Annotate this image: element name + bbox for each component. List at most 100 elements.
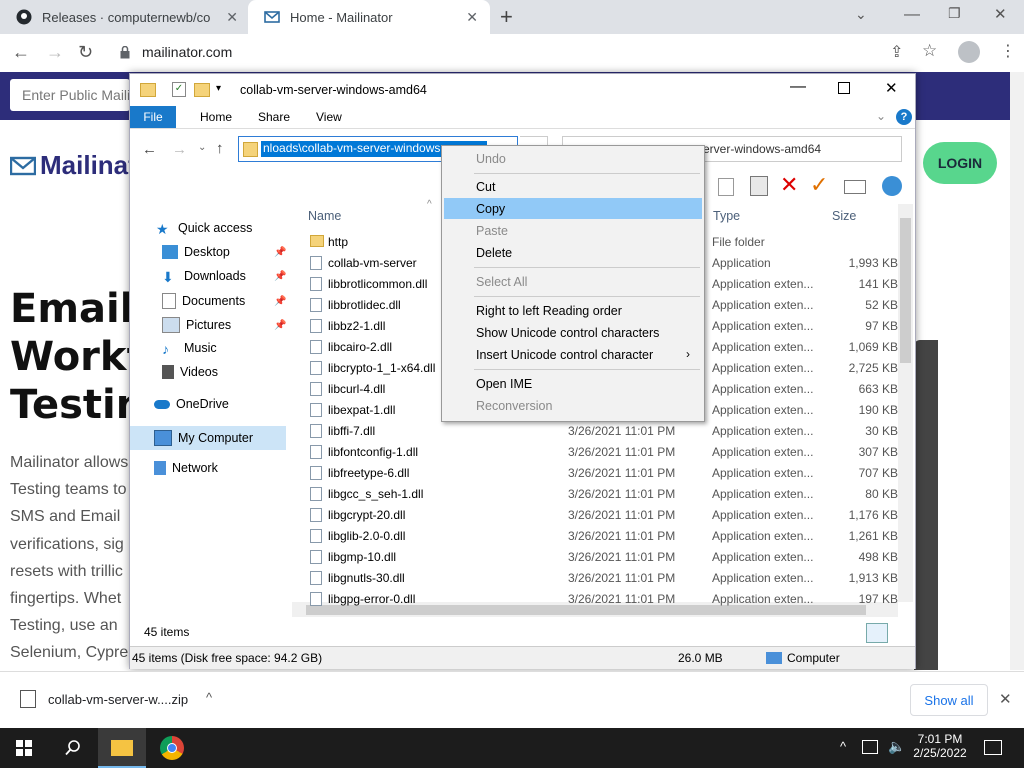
nav-pictures[interactable]: Pictures 📌 bbox=[162, 317, 312, 333]
back-icon[interactable]: ← bbox=[142, 141, 157, 158]
new-tab-icon[interactable]: + bbox=[500, 4, 513, 30]
back-icon[interactable]: ← bbox=[12, 42, 30, 63]
windows-start-icon[interactable] bbox=[16, 740, 32, 756]
menu-item-cut[interactable]: Cut bbox=[444, 176, 702, 197]
paste-icon[interactable] bbox=[750, 176, 768, 196]
nav-quick-access[interactable]: ★ Quick access bbox=[156, 221, 306, 237]
nav-videos[interactable]: Videos bbox=[162, 365, 312, 379]
new-folder-icon[interactable] bbox=[194, 83, 210, 97]
tab-search-icon[interactable]: ⌄ bbox=[855, 6, 867, 23]
forward-icon[interactable]: → bbox=[172, 141, 187, 158]
checkmark-icon[interactable]: ✓ bbox=[810, 172, 828, 198]
menu-item-copy[interactable]: Copy bbox=[444, 198, 702, 219]
taskbar-file-explorer[interactable] bbox=[98, 728, 146, 768]
reload-icon[interactable]: ↻ bbox=[78, 42, 93, 63]
close-downloads-icon[interactable]: ✕ bbox=[999, 690, 1012, 708]
share-icon[interactable]: ⇪ bbox=[890, 42, 903, 62]
menu-item-paste[interactable]: Paste bbox=[444, 220, 702, 241]
nav-documents[interactable]: Documents 📌 bbox=[162, 293, 312, 309]
table-row[interactable]: libgcc_s_seh-1.dll 3/26/2021 11:01 PM Appl… bbox=[308, 484, 898, 505]
menu-item-rtl-reading-order[interactable]: Right to left Reading order bbox=[444, 300, 702, 321]
close-tab-icon[interactable]: ✕ bbox=[466, 9, 478, 26]
table-row[interactable]: libgmp-10.dll 3/26/2021 11:01 PM Applicati… bbox=[308, 547, 898, 568]
pin-icon[interactable]: 📌 bbox=[274, 247, 286, 258]
ribbon-tab-view[interactable]: View bbox=[316, 110, 342, 124]
menu-item-select-all[interactable]: Select All bbox=[444, 271, 702, 292]
forward-icon[interactable]: → bbox=[46, 42, 64, 63]
properties-icon[interactable]: ✓ bbox=[172, 82, 186, 97]
maximize-icon[interactable] bbox=[838, 82, 850, 94]
ribbon-tab-share[interactable]: Share bbox=[258, 110, 290, 124]
ribbon-tab-home[interactable]: Home bbox=[200, 110, 232, 124]
menu-kebab-icon[interactable]: ⋮ bbox=[1000, 41, 1016, 61]
bookmark-star-icon[interactable]: ☆ bbox=[922, 41, 937, 61]
nav-network[interactable]: Network bbox=[154, 461, 304, 475]
profile-avatar-icon[interactable] bbox=[958, 41, 980, 63]
large-icons-view-icon[interactable] bbox=[890, 623, 908, 641]
close-window-icon[interactable]: ✕ bbox=[885, 79, 898, 97]
vertical-scroll-thumb[interactable] bbox=[900, 218, 911, 363]
notifications-icon[interactable] bbox=[984, 740, 1002, 755]
music-icon: ♪ bbox=[162, 341, 169, 357]
pin-icon[interactable]: 📌 bbox=[274, 320, 286, 331]
globe-icon[interactable] bbox=[882, 176, 902, 196]
tray-chevron-icon[interactable]: ^ bbox=[840, 739, 846, 754]
details-view-icon[interactable] bbox=[866, 623, 888, 643]
help-icon[interactable]: ? bbox=[896, 109, 912, 125]
chrome-icon[interactable] bbox=[160, 736, 184, 760]
restore-icon[interactable]: ❐ bbox=[948, 5, 961, 22]
minimize-icon[interactable]: — bbox=[904, 6, 920, 24]
table-row[interactable]: libgpg-error-0.dll 3/26/2021 11:01 PM Appl… bbox=[308, 589, 898, 610]
volume-icon[interactable]: 🔈 bbox=[888, 738, 905, 755]
file-size: 80 KB bbox=[865, 487, 898, 501]
recent-locations-icon[interactable]: ⌄ bbox=[198, 142, 206, 153]
column-header-size[interactable]: Size bbox=[832, 209, 856, 223]
table-row[interactable]: libglib-2.0-0.dll 3/26/2021 11:01 PM Appli… bbox=[308, 526, 898, 547]
nav-downloads[interactable]: ⬇ Downloads 📌 bbox=[162, 269, 312, 285]
nav-music[interactable]: ♪ Music bbox=[162, 341, 312, 357]
file-name: libfreetype-6.dll bbox=[328, 466, 410, 480]
menu-item-delete[interactable]: Delete bbox=[444, 242, 702, 263]
vertical-scrollbar[interactable] bbox=[898, 204, 913, 602]
menu-item-undo[interactable]: Undo bbox=[444, 148, 702, 169]
ribbon-expand-icon[interactable]: ⌄ bbox=[876, 109, 886, 123]
tab-releases[interactable]: Releases · computernewb/collab ✕ bbox=[0, 0, 250, 34]
table-row[interactable]: libffi-7.dll 3/26/2021 11:01 PM Applicatio… bbox=[308, 421, 898, 442]
rename-icon[interactable] bbox=[844, 180, 866, 194]
login-button[interactable]: LOGIN bbox=[923, 142, 997, 184]
download-filename[interactable]: collab-vm-server-w....zip bbox=[48, 692, 188, 707]
tab-mailinator[interactable]: Home - Mailinator ✕ bbox=[248, 0, 490, 34]
search-icon[interactable] bbox=[64, 739, 82, 757]
close-window-icon[interactable]: ✕ bbox=[994, 5, 1007, 23]
pin-icon[interactable]: 📌 bbox=[274, 296, 286, 307]
minimize-icon[interactable]: — bbox=[790, 78, 806, 96]
show-all-button[interactable]: Show all bbox=[910, 684, 988, 716]
copy-icon[interactable] bbox=[718, 178, 734, 196]
menu-item-reconversion[interactable]: Reconversion bbox=[444, 395, 702, 416]
pin-icon[interactable]: 📌 bbox=[274, 271, 286, 282]
download-options-icon[interactable]: ^ bbox=[206, 690, 212, 705]
nav-onedrive[interactable]: OneDrive bbox=[154, 397, 304, 411]
clock[interactable]: 7:01 PM 2/25/2022 bbox=[912, 732, 968, 760]
ribbon-tab-file[interactable]: File bbox=[130, 106, 176, 128]
nav-desktop[interactable]: Desktop 📌 bbox=[162, 245, 312, 259]
close-tab-icon[interactable]: ✕ bbox=[226, 9, 238, 26]
nav-my-computer[interactable]: My Computer bbox=[130, 426, 286, 450]
network-tray-icon[interactable] bbox=[862, 740, 878, 754]
column-header-name[interactable]: Name bbox=[308, 209, 341, 223]
url-text[interactable]: mailinator.com bbox=[142, 44, 232, 60]
mailinator-logo[interactable]: Mailinat bbox=[10, 150, 137, 181]
menu-item-show-unicode[interactable]: Show Unicode control characters bbox=[444, 322, 702, 343]
table-row[interactable]: libgcrypt-20.dll 3/26/2021 11:01 PM Applic… bbox=[308, 505, 898, 526]
quick-access-dropdown-icon[interactable]: ▾ bbox=[216, 83, 221, 94]
up-folder-icon[interactable]: ↑ bbox=[216, 140, 224, 157]
column-header-type[interactable]: Type bbox=[713, 209, 740, 223]
menu-item-insert-unicode[interactable]: Insert Unicode control character bbox=[444, 344, 702, 365]
delete-icon[interactable]: ✕ bbox=[780, 172, 798, 198]
omnibox[interactable] bbox=[108, 39, 952, 67]
table-row[interactable]: libgnutls-30.dll 3/26/2021 11:01 PM Applic… bbox=[308, 568, 898, 589]
table-row[interactable]: libfreetype-6.dll 3/26/2021 11:01 PM Appli… bbox=[308, 463, 898, 484]
menu-item-open-ime[interactable]: Open IME bbox=[444, 373, 702, 394]
table-row[interactable]: libfontconfig-1.dll 3/26/2021 11:01 PM App… bbox=[308, 442, 898, 463]
page-scrollbar[interactable] bbox=[1010, 72, 1024, 670]
